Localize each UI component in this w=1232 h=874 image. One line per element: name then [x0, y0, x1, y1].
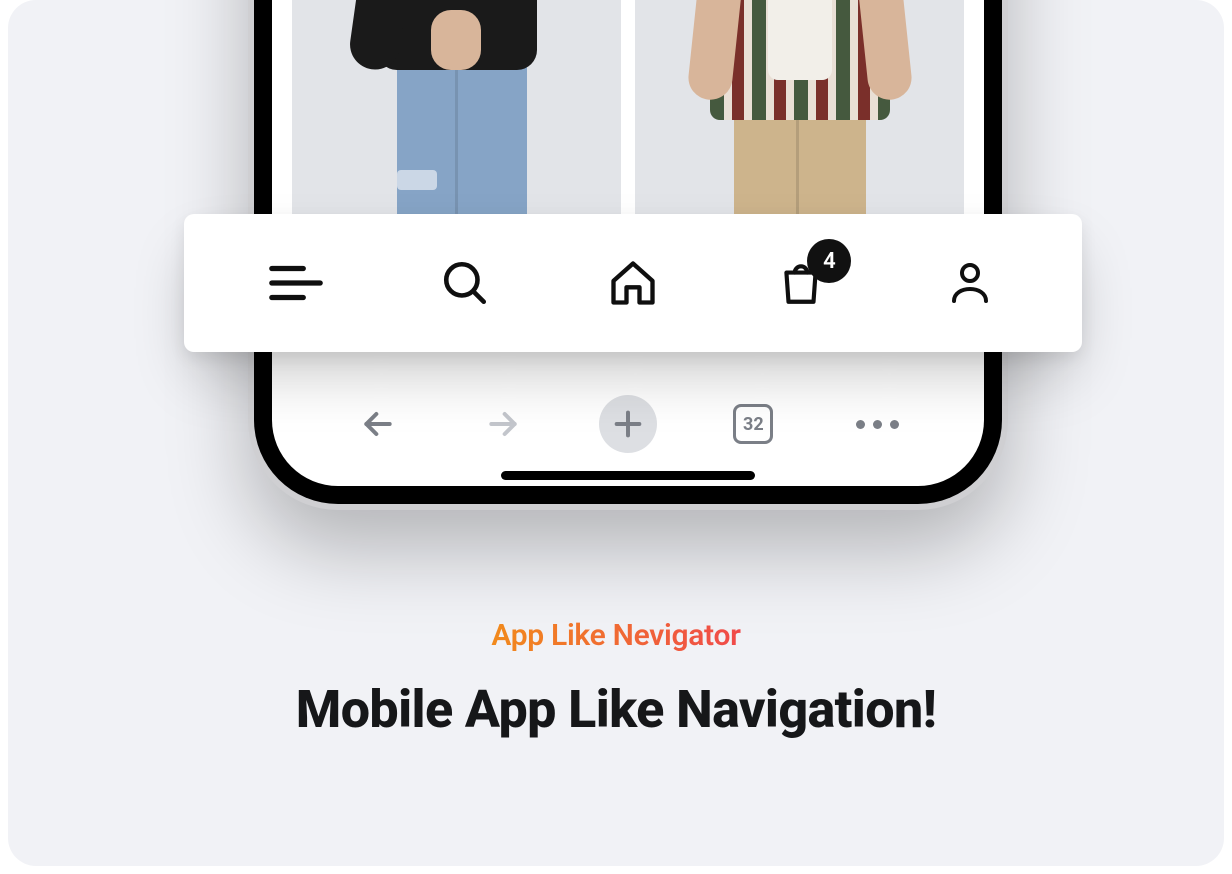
tab-count: 32 [743, 414, 764, 435]
home-indicator [501, 471, 755, 480]
arrow-right-icon [483, 404, 523, 444]
promo-card: Style Quotient Men Black top sleeveless.… [8, 0, 1224, 866]
user-icon [946, 259, 994, 307]
arrow-left-icon [358, 404, 398, 444]
tabs-button[interactable]: 32 [725, 396, 781, 452]
overline-text: App Like Nevigator [491, 618, 740, 653]
app-nav-bar: 4 [184, 214, 1082, 352]
forward-button[interactable] [475, 396, 531, 452]
browser-menu-button[interactable] [850, 396, 906, 452]
account-button[interactable] [938, 251, 1002, 315]
browser-toolbar: 32 [272, 384, 984, 464]
more-icon [856, 420, 899, 429]
plus-icon [611, 407, 645, 441]
headline-text: Mobile App Like Navigation! [8, 679, 1224, 740]
home-icon [607, 257, 659, 309]
cart-button[interactable]: 4 [769, 251, 833, 315]
back-button[interactable] [350, 396, 406, 452]
cart-badge: 4 [807, 239, 851, 283]
menu-icon [267, 254, 325, 312]
cart-badge-count: 4 [823, 249, 836, 274]
search-button[interactable] [433, 251, 497, 315]
menu-button[interactable] [264, 251, 328, 315]
headline-section: App Like Nevigator Mobile App Like Navig… [8, 618, 1224, 740]
tab-count-box: 32 [733, 404, 773, 444]
home-button[interactable] [601, 251, 665, 315]
search-icon [440, 258, 490, 308]
new-tab-button[interactable] [599, 395, 657, 453]
